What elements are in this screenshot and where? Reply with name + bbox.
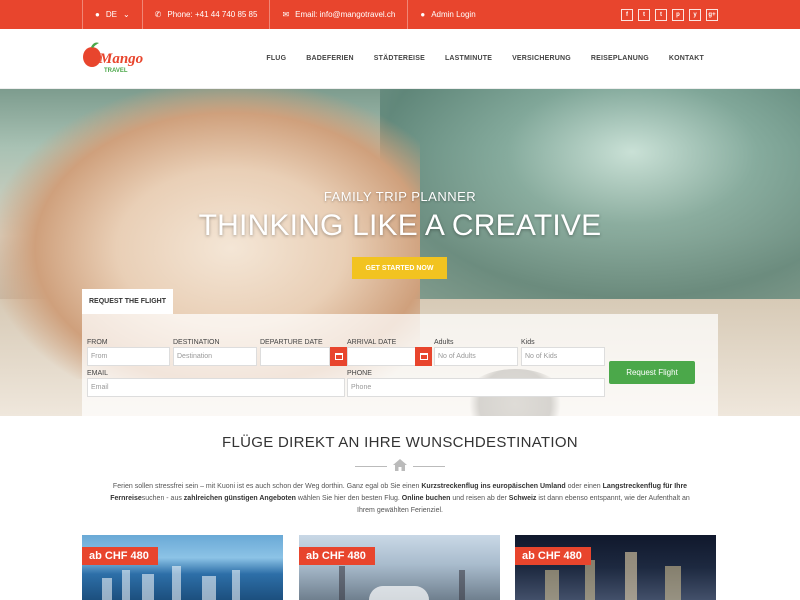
main-nav: FLUG BADEFERIEN STÄDTEREISE LASTMINUTE V… — [266, 55, 704, 62]
email-label: EMAIL — [87, 370, 109, 377]
phone-input[interactable]: Phone — [347, 378, 605, 397]
email-text: Email: info@mangotravel.ch — [295, 10, 396, 19]
price-badge: ab CHF 480 — [82, 547, 158, 565]
adults-input[interactable]: No of Adults — [434, 347, 518, 366]
calendar-icon[interactable] — [415, 347, 432, 366]
admin-login-link[interactable]: ● Admin Login — [407, 0, 487, 29]
language-selector[interactable]: ● DE ⌄ — [82, 0, 142, 29]
admin-login-text: Admin Login — [431, 10, 476, 19]
home-icon — [393, 459, 407, 471]
phone-text: Phone: +41 44 740 85 85 — [167, 10, 258, 19]
hero-title: THINKING LIKE A CREATIVE — [198, 209, 602, 242]
flight-request-form: FROM From DESTINATION Destination DEPART… — [82, 314, 718, 416]
email-link[interactable]: ✉ Email: info@mangotravel.ch — [269, 0, 407, 29]
calendar-icon[interactable] — [330, 347, 347, 366]
section-title: FLÜGE DIREKT AN IHRE WUNSCHDESTINATION — [222, 434, 578, 451]
logo-sub-text: TRAVEL — [104, 68, 128, 74]
from-input[interactable]: From — [87, 347, 170, 366]
login-icon: ● — [420, 10, 426, 19]
nav-item-versicherung[interactable]: VERSICHERUNG — [512, 55, 571, 62]
facebook-icon[interactable]: f — [621, 8, 633, 21]
mango-travel-logo[interactable]: Mango TRAVEL — [82, 39, 154, 75]
email-input[interactable]: Email — [87, 378, 345, 397]
tumblr-icon[interactable]: t — [655, 8, 667, 21]
kids-input[interactable]: No of Kids — [521, 347, 605, 366]
nav-item-badeferien[interactable]: BADEFERIEN — [306, 55, 354, 62]
destination-card[interactable]: ab CHF 480 — [515, 535, 716, 600]
language-label: DE — [105, 10, 117, 19]
price-badge: ab CHF 480 — [299, 547, 375, 565]
get-started-button[interactable]: GET STARTED NOW — [352, 257, 447, 279]
twitter-icon[interactable]: t — [638, 8, 650, 21]
nav-item-reiseplanung[interactable]: REISEPLANUNG — [591, 55, 649, 62]
destination-card[interactable]: ab CHF 480 — [299, 535, 500, 600]
top-bar: ● DE ⌄ ✆ Phone: +41 44 740 85 85 ✉ Email… — [0, 0, 800, 29]
globe-icon: ● — [95, 10, 100, 19]
price-badge: ab CHF 480 — [515, 547, 591, 565]
arrival-date-label: ARRIVAL DATE — [347, 339, 397, 346]
phone-label: PHONE — [347, 370, 372, 377]
request-flight-tab[interactable]: REQUEST THE FLIGHT — [82, 289, 173, 314]
destination-label: DESTINATION — [173, 339, 220, 346]
request-flight-button[interactable]: Request Flight — [609, 361, 695, 384]
section-intro-text: Ferien sollen stressfrei sein – mit Kuon… — [110, 483, 690, 514]
envelope-icon: ✉ — [282, 10, 290, 19]
logo-main-text: Mango — [98, 51, 143, 67]
main-header: Mango TRAVEL FLUG BADEFERIEN STÄDTEREISE… — [0, 29, 800, 89]
pinterest-icon[interactable]: p — [672, 8, 684, 21]
nav-item-kontakt[interactable]: KONTAKT — [669, 55, 704, 62]
hero-subtitle: FAMILY TRIP PLANNER — [323, 189, 477, 204]
phone-link[interactable]: ✆ Phone: +41 44 740 85 85 — [141, 0, 270, 29]
departure-date-label: DEPARTURE DATE — [260, 339, 323, 346]
phone-icon: ✆ — [154, 10, 162, 19]
arrival-date-input[interactable] — [347, 347, 417, 366]
from-label: FROM — [87, 339, 108, 346]
section-divider — [355, 459, 445, 472]
youtube-icon[interactable]: y — [689, 8, 701, 21]
departure-date-input[interactable] — [260, 347, 330, 366]
destination-input[interactable]: Destination — [173, 347, 257, 366]
destination-card[interactable]: ab CHF 480 — [82, 535, 283, 600]
nav-item-flug[interactable]: FLUG — [266, 55, 286, 62]
nav-item-staedtereise[interactable]: STÄDTEREISE — [374, 55, 425, 62]
nav-item-lastminute[interactable]: LASTMINUTE — [445, 55, 492, 62]
adults-label: Adults — [434, 339, 454, 346]
googleplus-icon[interactable]: g+ — [706, 8, 718, 21]
chevron-down-icon: ⌄ — [122, 10, 130, 19]
social-links: f t t p y g+ — [621, 8, 718, 21]
kids-label: Kids — [521, 339, 535, 346]
